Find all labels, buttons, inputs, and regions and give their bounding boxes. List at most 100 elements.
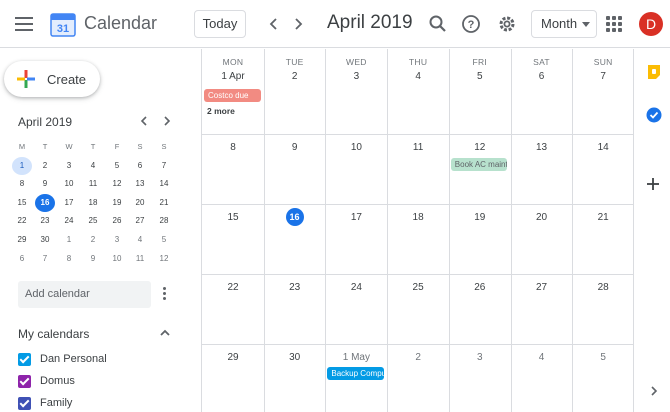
day-number[interactable]: 28 <box>572 282 634 293</box>
mini-calendar-day[interactable]: 28 <box>154 212 174 230</box>
day-number[interactable]: 30 <box>264 352 326 363</box>
mini-calendar-day[interactable]: 9 <box>35 175 55 193</box>
mini-calendar-day[interactable]: 2 <box>35 157 55 175</box>
mini-calendar-day[interactable]: 8 <box>59 250 79 268</box>
mini-calendar-day[interactable]: 24 <box>59 212 79 230</box>
mini-calendar-day[interactable]: 12 <box>107 175 127 193</box>
day-number[interactable]: 11 <box>387 142 449 153</box>
day-number[interactable]: 15 <box>202 212 264 223</box>
mini-calendar-day[interactable]: 8 <box>12 175 32 193</box>
mini-calendar-day[interactable]: 9 <box>83 250 103 268</box>
tasks-icon[interactable] <box>646 107 662 123</box>
expand-panel-icon[interactable] <box>650 386 658 396</box>
mini-calendar-day[interactable]: 23 <box>35 212 55 230</box>
day-number[interactable]: 2 <box>387 352 449 363</box>
keep-notes-icon[interactable] <box>647 64 661 80</box>
day-number[interactable]: 14 <box>572 142 634 153</box>
day-number[interactable]: 21 <box>572 212 634 223</box>
day-number[interactable]: 1 May <box>325 352 387 363</box>
mini-calendar-day[interactable]: 19 <box>107 194 127 212</box>
more-events-link[interactable]: 2 more <box>207 106 235 116</box>
event-costco-due[interactable]: Costco due <box>204 89 261 102</box>
mini-calendar-day[interactable]: 10 <box>59 175 79 193</box>
day-number[interactable]: 17 <box>325 212 387 223</box>
more-options-icon[interactable] <box>163 287 167 301</box>
mini-calendar-day[interactable]: 1 <box>12 156 32 175</box>
day-number[interactable]: 19 <box>449 212 511 223</box>
calendar-checkbox[interactable] <box>18 353 31 366</box>
chevron-up-icon[interactable] <box>158 326 172 340</box>
mini-calendar-day[interactable]: 5 <box>107 157 127 175</box>
day-number[interactable]: 26 <box>449 282 511 293</box>
mini-calendar-day[interactable]: 14 <box>154 175 174 193</box>
mini-next-month-button[interactable] <box>160 113 174 129</box>
day-cell[interactable] <box>450 50 510 133</box>
mini-calendar-day[interactable]: 30 <box>35 231 55 249</box>
mini-calendar-day[interactable]: 18 <box>83 194 103 212</box>
mini-calendar-day[interactable]: 3 <box>59 157 79 175</box>
mini-prev-month-button[interactable] <box>137 113 151 129</box>
main-menu-icon[interactable] <box>14 14 34 34</box>
search-icon[interactable] <box>427 13 449 35</box>
mini-calendar-day[interactable]: 7 <box>154 157 174 175</box>
day-number[interactable]: 6 <box>511 71 573 82</box>
day-number[interactable]: 4 <box>511 352 573 363</box>
day-number[interactable]: 12 <box>449 142 511 153</box>
mini-calendar-day[interactable]: 6 <box>12 250 32 268</box>
next-month-button[interactable] <box>288 14 308 34</box>
day-number[interactable]: 29 <box>202 352 264 363</box>
mini-calendar-day[interactable]: 21 <box>154 194 174 212</box>
event-backup-computer[interactable]: Backup Computer <box>327 367 385 380</box>
mini-calendar-day[interactable]: 4 <box>130 231 150 249</box>
add-calendar-input[interactable]: Add calendar <box>18 281 151 308</box>
day-number[interactable]: 8 <box>202 142 264 153</box>
mini-calendar-day[interactable]: 7 <box>35 250 55 268</box>
mini-calendar-day[interactable]: 12 <box>154 250 174 268</box>
day-number[interactable]: 9 <box>264 142 326 153</box>
mini-calendar-day[interactable]: 11 <box>130 250 150 268</box>
day-number[interactable]: 10 <box>325 142 387 153</box>
mini-calendar-day[interactable]: 25 <box>83 212 103 230</box>
mini-calendar-day[interactable]: 3 <box>107 231 127 249</box>
add-addon-icon[interactable] <box>647 178 659 190</box>
settings-gear-icon[interactable] <box>496 13 518 35</box>
day-cell[interactable] <box>512 50 572 133</box>
mini-calendar-day[interactable]: 20 <box>130 194 150 212</box>
mini-calendar-day[interactable]: 4 <box>83 157 103 175</box>
create-event-button[interactable]: Create <box>4 61 100 97</box>
mini-calendar-day[interactable]: 11 <box>83 175 103 193</box>
mini-calendar-day[interactable]: 2 <box>83 231 103 249</box>
today-date-marker[interactable]: 16 <box>285 208 304 226</box>
day-number[interactable]: 5 <box>572 352 634 363</box>
view-switcher-dropdown[interactable]: Month <box>531 10 597 38</box>
account-avatar[interactable]: D <box>639 12 663 36</box>
my-calendars-title[interactable]: My calendars <box>18 327 89 341</box>
event-book-ac[interactable]: Book AC maintenance <box>450 158 508 171</box>
today-button[interactable]: Today <box>194 10 246 38</box>
day-number[interactable]: 1 Apr <box>202 71 264 82</box>
mini-calendar-day[interactable]: 27 <box>130 212 150 230</box>
day-number[interactable]: 24 <box>325 282 387 293</box>
day-number[interactable]: 22 <box>202 282 264 293</box>
mini-calendar-day[interactable]: 29 <box>12 231 32 249</box>
calendar-logo-icon[interactable]: 31 <box>50 11 76 37</box>
day-cell[interactable] <box>388 50 448 133</box>
day-number[interactable]: 5 <box>449 71 511 82</box>
day-number[interactable]: 3 <box>325 71 387 82</box>
mini-calendar-day[interactable]: 6 <box>130 157 150 175</box>
mini-calendar-day[interactable]: 5 <box>154 231 174 249</box>
day-number[interactable]: 18 <box>387 212 449 223</box>
day-number[interactable]: 7 <box>572 71 634 82</box>
day-number[interactable]: 13 <box>511 142 573 153</box>
mini-calendar-day[interactable]: 10 <box>107 250 127 268</box>
mini-calendar-day[interactable]: 16 <box>35 193 55 212</box>
day-number[interactable]: 3 <box>449 352 511 363</box>
day-number[interactable]: 2 <box>264 71 326 82</box>
mini-calendar-day[interactable]: 17 <box>59 194 79 212</box>
google-apps-icon[interactable] <box>606 16 622 32</box>
day-number[interactable]: 23 <box>264 282 326 293</box>
mini-calendar-day[interactable]: 26 <box>107 212 127 230</box>
day-cell[interactable] <box>265 50 325 133</box>
mini-calendar-day[interactable]: 1 <box>59 231 79 249</box>
calendar-checkbox[interactable] <box>18 397 31 410</box>
